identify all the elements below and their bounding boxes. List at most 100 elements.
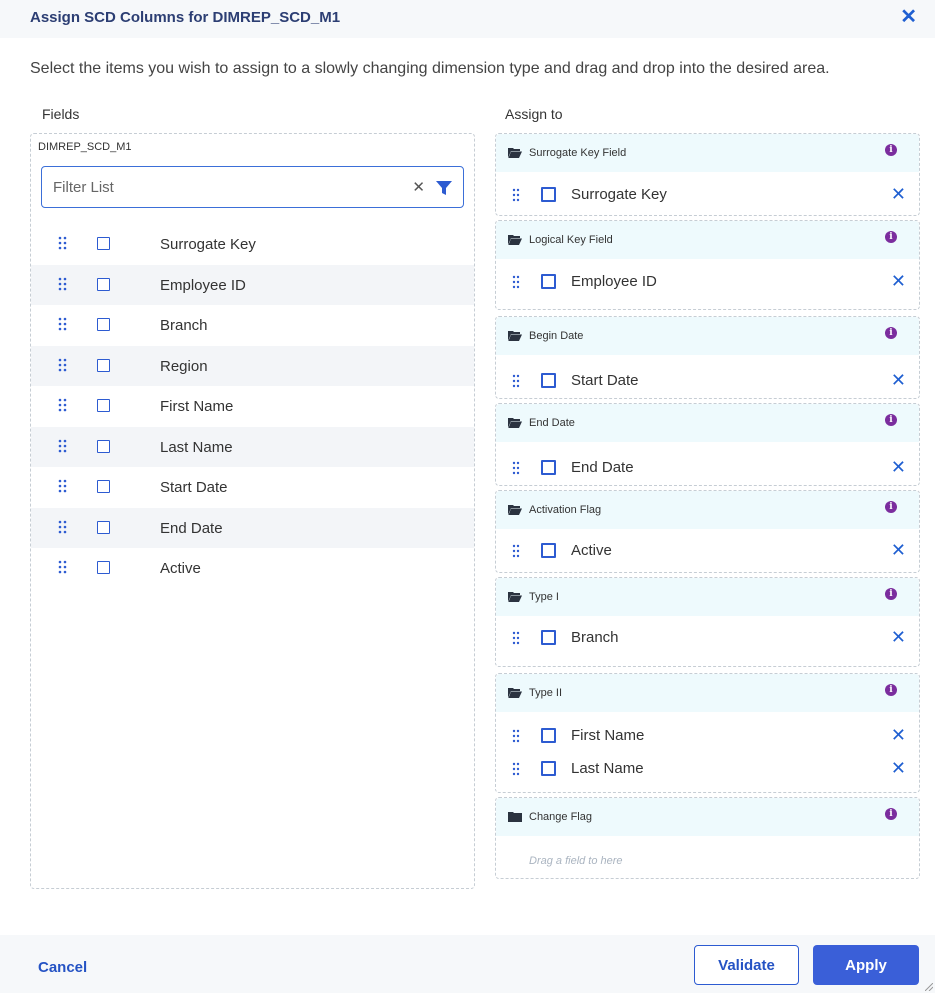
assigned-item-checkbox[interactable] xyxy=(541,543,556,558)
assigned-item-checkbox[interactable] xyxy=(541,274,556,289)
remove-item-icon[interactable]: ✕ xyxy=(891,370,906,391)
folder-icon xyxy=(508,418,522,428)
drag-handle-icon[interactable] xyxy=(58,276,68,292)
resize-handle-icon[interactable] xyxy=(925,983,933,991)
field-label: First Name xyxy=(160,398,234,415)
field-checkbox[interactable] xyxy=(97,358,110,372)
assigned-item[interactable]: Active ✕ xyxy=(496,537,919,565)
info-icon[interactable]: i xyxy=(885,327,897,339)
assigned-item[interactable]: Last Name ✕ xyxy=(496,755,919,783)
field-label: End Date xyxy=(160,519,223,537)
assigned-item-checkbox[interactable] xyxy=(541,373,556,388)
assign-group[interactable]: Begin Date i Start Date ✕ xyxy=(495,316,920,399)
assign-group[interactable]: End Date i End Date ✕ xyxy=(495,403,920,486)
drag-handle-icon[interactable] xyxy=(58,438,68,454)
remove-item-icon[interactable]: ✕ xyxy=(891,627,906,648)
drag-handle-icon[interactable] xyxy=(58,478,68,494)
assign-scd-dialog: Assign SCD Columns for DIMREP_SCD_M1 ✕ S… xyxy=(0,0,935,993)
info-icon[interactable]: i xyxy=(885,684,897,696)
field-label: Region xyxy=(160,357,208,375)
drag-handle-icon[interactable] xyxy=(512,275,520,289)
info-icon[interactable]: i xyxy=(885,144,897,156)
field-checkbox[interactable] xyxy=(97,237,110,250)
assigned-item-checkbox[interactable] xyxy=(541,728,556,743)
drop-zone-hint: Drag a field to here xyxy=(529,855,623,867)
field-row[interactable]: First Name xyxy=(31,386,474,427)
info-icon[interactable]: i xyxy=(885,231,897,243)
field-row[interactable]: End Date xyxy=(31,507,474,548)
assign-group-header: Change Flag i xyxy=(496,798,919,836)
drag-handle-icon[interactable] xyxy=(512,762,520,776)
drag-handle-icon[interactable] xyxy=(512,631,520,645)
field-checkbox[interactable] xyxy=(97,520,110,534)
field-row[interactable]: Start Date xyxy=(31,467,474,508)
filter-list-input[interactable]: Filter List ✕ xyxy=(41,166,464,208)
assigned-item-checkbox[interactable] xyxy=(541,761,556,776)
dialog-header: Assign SCD Columns for DIMREP_SCD_M1 ✕ xyxy=(0,0,935,38)
drag-handle-icon[interactable] xyxy=(512,544,520,558)
assign-group[interactable]: Logical Key Field i Employee ID ✕ xyxy=(495,220,920,310)
drag-handle-icon[interactable] xyxy=(58,357,68,373)
field-row[interactable]: Branch xyxy=(31,305,474,346)
field-label: Employee ID xyxy=(160,276,246,294)
drag-handle-icon[interactable] xyxy=(58,316,68,332)
assigned-item[interactable]: End Date ✕ xyxy=(496,454,919,482)
remove-item-icon[interactable]: ✕ xyxy=(891,540,906,561)
field-checkbox[interactable] xyxy=(97,480,110,493)
assigned-item-label: Last Name xyxy=(571,760,644,777)
assign-group[interactable]: Activation Flag i Active ✕ xyxy=(495,490,920,573)
clear-filter-icon[interactable]: ✕ xyxy=(412,178,425,196)
assign-group-header: Surrogate Key Field i xyxy=(496,134,919,172)
drag-handle-icon[interactable] xyxy=(58,559,68,575)
close-icon[interactable]: ✕ xyxy=(900,6,917,28)
field-checkbox[interactable] xyxy=(97,318,110,331)
drag-handle-icon[interactable] xyxy=(58,519,68,535)
assign-group-title: Type I xyxy=(529,591,559,603)
info-icon[interactable]: i xyxy=(885,414,897,426)
assign-group[interactable]: Type II i First Name ✕ Last Name ✕ xyxy=(495,673,920,793)
info-icon[interactable]: i xyxy=(885,808,897,820)
remove-item-icon[interactable]: ✕ xyxy=(891,271,906,292)
remove-item-icon[interactable]: ✕ xyxy=(891,725,906,746)
field-row[interactable]: Surrogate Key xyxy=(31,224,474,265)
info-icon[interactable]: i xyxy=(885,588,897,600)
field-row[interactable]: Active xyxy=(31,548,474,589)
drag-handle-icon[interactable] xyxy=(512,374,520,388)
filter-funnel-icon[interactable] xyxy=(435,179,453,197)
assign-group-header: Begin Date i xyxy=(496,317,919,355)
field-label: Surrogate Key xyxy=(160,236,256,253)
drag-handle-icon[interactable] xyxy=(512,729,520,743)
drag-handle-icon[interactable] xyxy=(58,397,68,413)
remove-item-icon[interactable]: ✕ xyxy=(891,184,906,205)
drag-handle-icon[interactable] xyxy=(512,188,520,202)
assigned-item[interactable]: Branch ✕ xyxy=(496,624,919,652)
field-checkbox[interactable] xyxy=(97,399,110,412)
assign-group[interactable]: Surrogate Key Field i Surrogate Key ✕ xyxy=(495,133,920,216)
field-checkbox[interactable] xyxy=(97,561,110,574)
validate-button[interactable]: Validate xyxy=(694,945,799,985)
assigned-item-checkbox[interactable] xyxy=(541,630,556,645)
assigned-item[interactable]: Start Date ✕ xyxy=(496,367,919,395)
assigned-item-label: Active xyxy=(571,542,612,559)
field-row[interactable]: Region xyxy=(31,345,474,386)
cancel-button[interactable]: Cancel xyxy=(38,959,87,976)
field-checkbox[interactable] xyxy=(97,277,110,291)
drag-handle-icon[interactable] xyxy=(58,235,68,251)
assigned-item[interactable]: Surrogate Key ✕ xyxy=(496,181,919,209)
field-label: Branch xyxy=(160,317,208,334)
assigned-item-checkbox[interactable] xyxy=(541,187,556,202)
remove-item-icon[interactable]: ✕ xyxy=(891,457,906,478)
apply-button[interactable]: Apply xyxy=(813,945,919,985)
remove-item-icon[interactable]: ✕ xyxy=(891,758,906,779)
info-icon[interactable]: i xyxy=(885,501,897,513)
assign-group[interactable]: Change Flag i Drag a field to here xyxy=(495,797,920,879)
assign-group[interactable]: Type I i Branch ✕ xyxy=(495,577,920,667)
field-checkbox[interactable] xyxy=(97,439,110,453)
assigned-item[interactable]: Employee ID ✕ xyxy=(496,268,919,296)
dialog-footer: Cancel Validate Apply xyxy=(0,935,935,993)
assigned-item-checkbox[interactable] xyxy=(541,460,556,475)
field-row[interactable]: Last Name xyxy=(31,426,474,467)
assigned-item[interactable]: First Name ✕ xyxy=(496,722,919,750)
drag-handle-icon[interactable] xyxy=(512,461,520,475)
field-row[interactable]: Employee ID xyxy=(31,264,474,305)
